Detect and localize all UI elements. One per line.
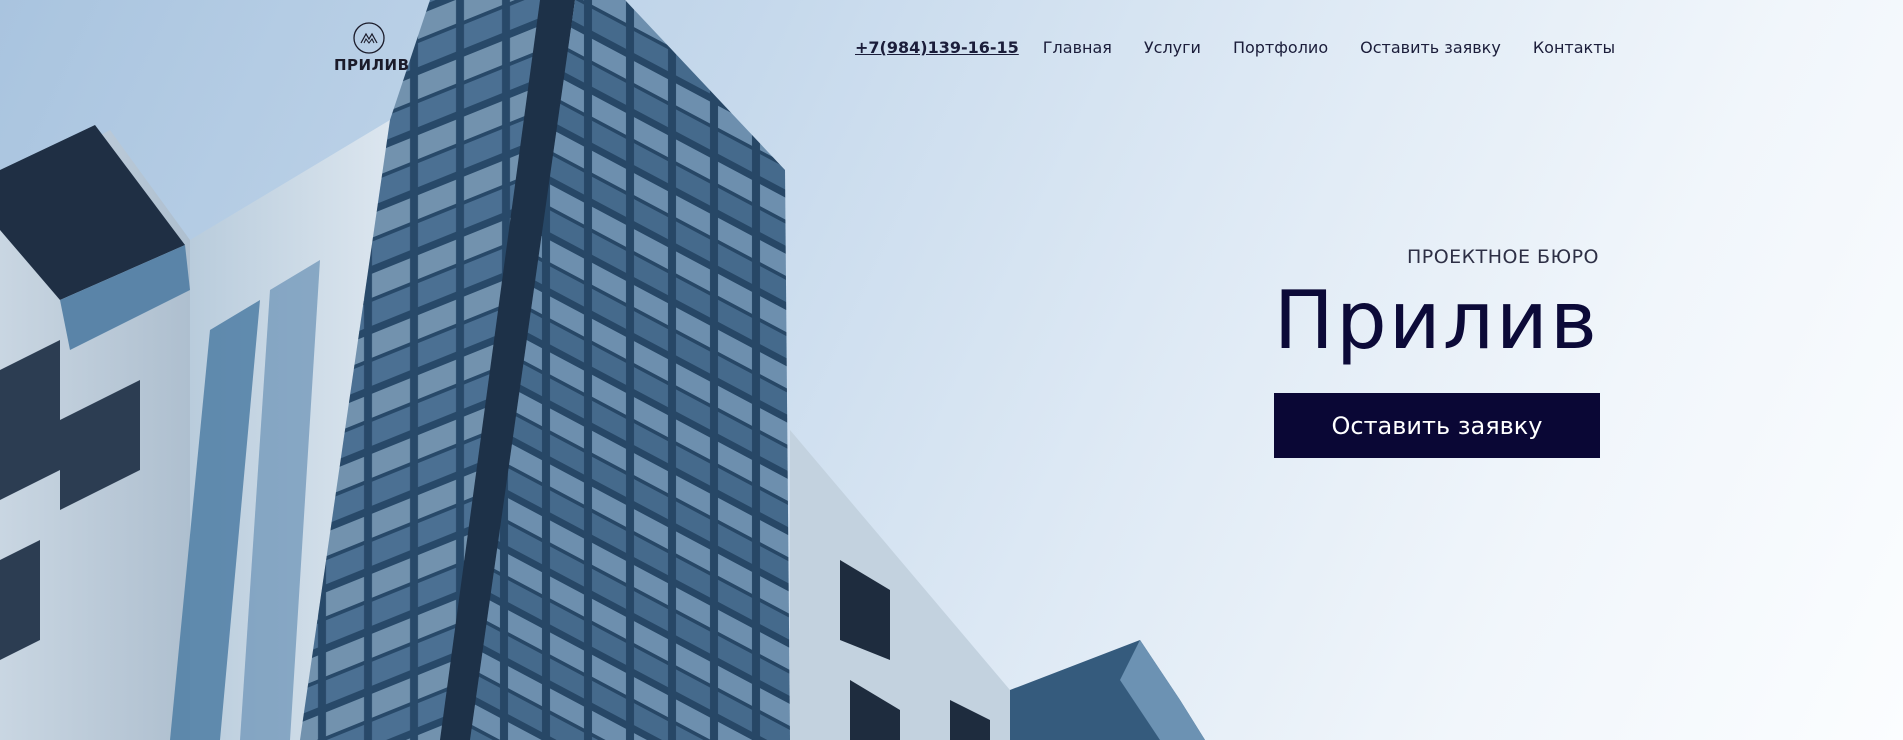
request-button[interactable]: Оставить заявку	[1274, 393, 1600, 458]
building-photo	[0, 0, 1205, 740]
hero-text-block: ПРОЕКТНОЕ БЮРО Прилив	[1274, 246, 1599, 366]
hero-title: Прилив	[1273, 274, 1599, 367]
mountain-circle-icon	[353, 22, 385, 54]
nav-item-contacts[interactable]: Контакты	[1533, 38, 1615, 57]
nav-item-services[interactable]: Услуги	[1144, 38, 1201, 57]
nav-item-portfolio[interactable]: Портфолио	[1233, 38, 1328, 57]
logo-text: ПРИЛИВ	[334, 56, 410, 74]
main-nav: +7(984)139-16-15 Главная Услуги Портфоли…	[855, 38, 1615, 57]
phone-link[interactable]: +7(984)139-16-15	[855, 38, 1019, 57]
hero-section: ПРИЛИВ +7(984)139-16-15 Главная Услуги П…	[0, 0, 1903, 740]
hero-subtitle: ПРОЕКТНОЕ БЮРО	[1406, 246, 1599, 268]
nav-item-request[interactable]: Оставить заявку	[1360, 38, 1501, 57]
nav-item-home[interactable]: Главная	[1043, 38, 1112, 57]
logo[interactable]: ПРИЛИВ	[334, 22, 410, 74]
